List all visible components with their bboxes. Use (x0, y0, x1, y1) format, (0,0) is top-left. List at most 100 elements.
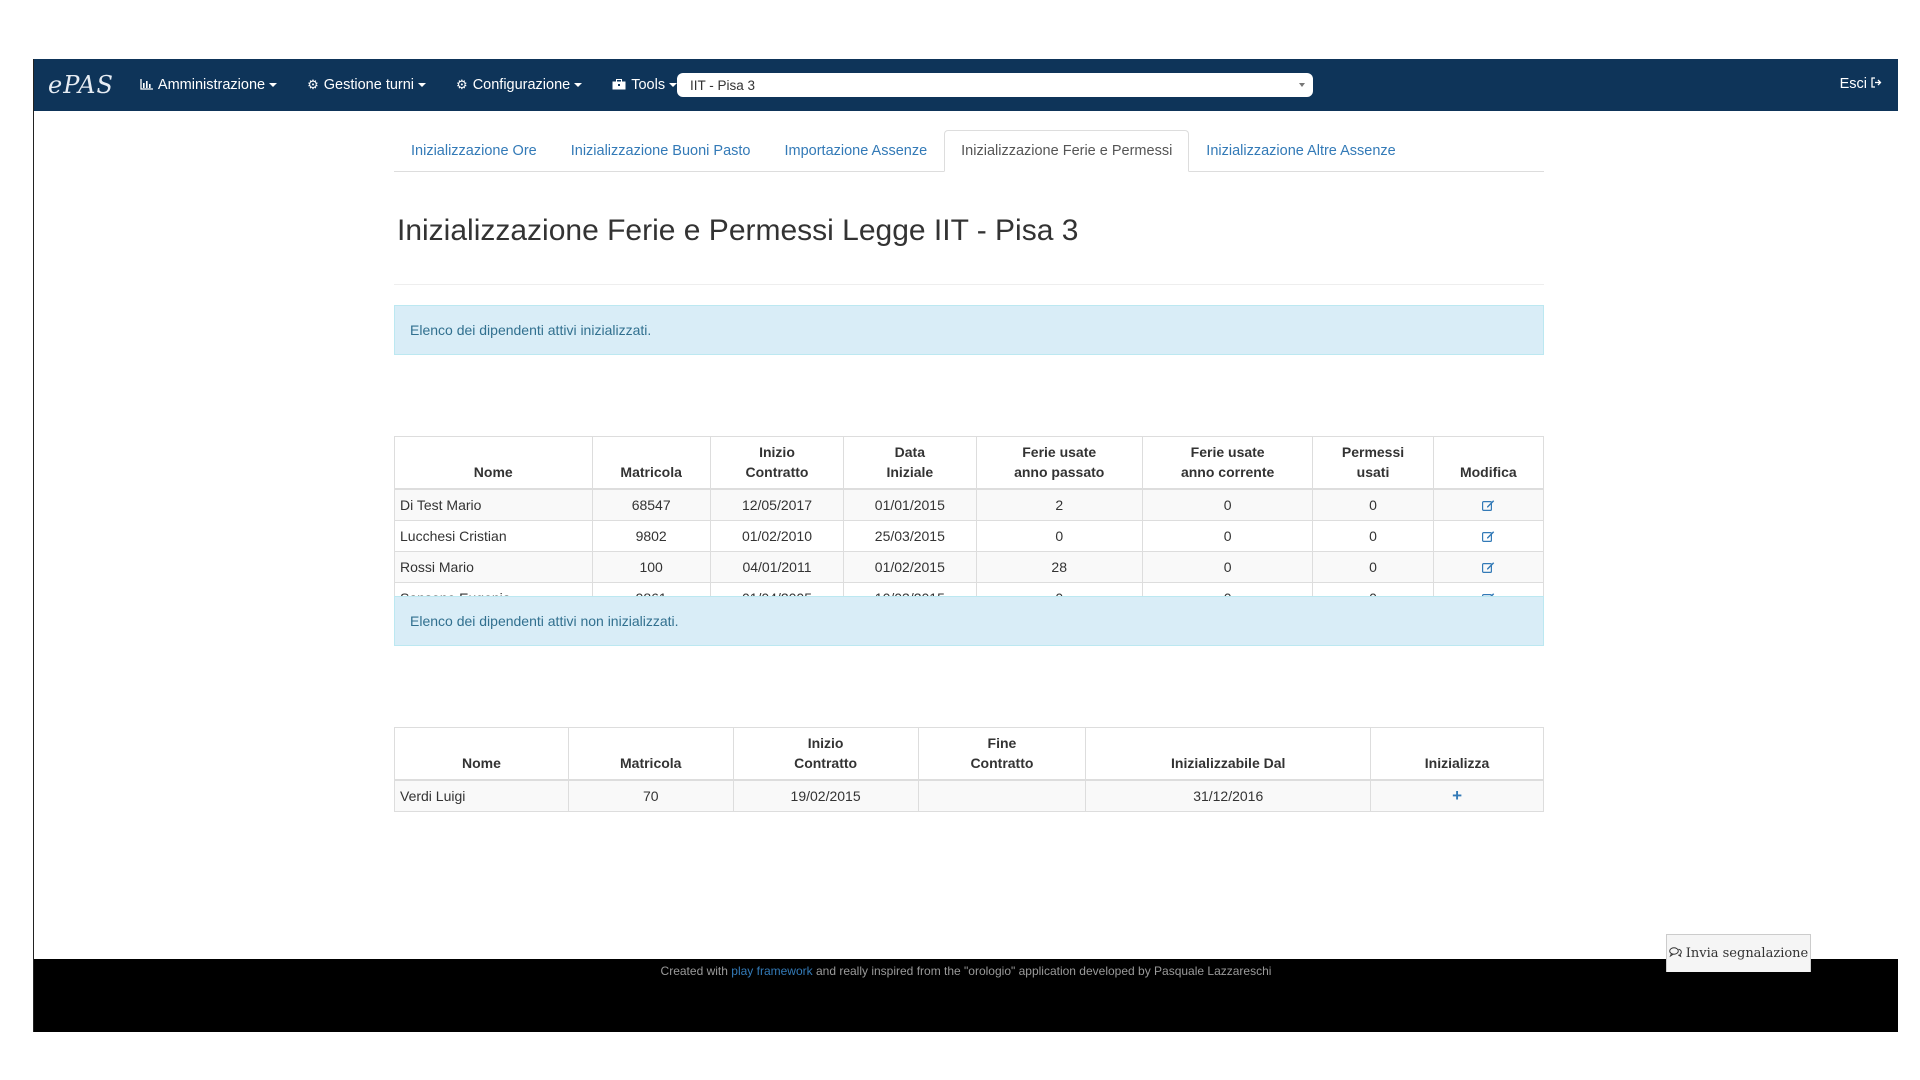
cell-modifica (1432, 520, 1545, 552)
menu-tools[interactable]: Tools (612, 77, 678, 93)
initialized-table-body: Di Test Mario 68547 12/05/2017 01/01/2015 2 0… (394, 488, 1545, 614)
bar-chart-icon (140, 78, 153, 93)
cell-matricola: 70 (567, 779, 734, 812)
cell-permessi: 0 (1312, 551, 1434, 583)
cell-data-iniziale: 01/01/2015 (843, 488, 977, 521)
logout-label: Esci (1839, 76, 1867, 92)
not-initialized-table-body: Verdi Luigi 70 19/02/2015 31/12/2016 + (394, 779, 1544, 812)
cell-ferie-passato: 28 (975, 551, 1143, 583)
edit-icon[interactable] (1481, 530, 1495, 542)
chevron-down-icon (269, 83, 278, 87)
column-header: Matricola (567, 727, 734, 781)
cell-matricola: 100 (591, 551, 711, 583)
menu-tools-label: Tools (631, 77, 666, 93)
cell-inizializzabile-dal: 31/12/2016 (1085, 779, 1372, 812)
column-header: Matricola (591, 436, 711, 490)
chevron-down-icon (669, 83, 678, 87)
column-header: Ferie usate anno passato (975, 436, 1143, 490)
footer-credit: Created with play framework and really i… (34, 964, 1898, 978)
cell-matricola: 68547 (591, 488, 711, 521)
cell-permessi: 0 (1312, 488, 1434, 521)
column-header: Inizio Contratto (732, 727, 919, 781)
office-select-value: IIT - Pisa 3 (690, 77, 756, 93)
table-row: Verdi Luigi 70 19/02/2015 31/12/2016 + (394, 779, 1544, 812)
cell-permessi: 0 (1312, 520, 1434, 552)
cell-inizio: 12/05/2017 (709, 488, 845, 521)
chevron-down-icon (418, 83, 427, 87)
send-report-button[interactable]: Invia segnalazione (1666, 934, 1811, 972)
cell-matricola: 9802 (591, 520, 711, 552)
tab-inizializzazione-ore[interactable]: Inizializzazione Ore (394, 130, 554, 172)
column-header: Modifica (1432, 436, 1545, 490)
logout-link[interactable]: Esci (1840, 76, 1882, 92)
column-header: Nome (394, 436, 593, 490)
cell-name: Di Test Mario (394, 488, 593, 521)
menu-amministrazione[interactable]: Amministrazione (140, 77, 278, 93)
not-initialized-info-alert: Elenco dei dipendenti attivi non inizial… (394, 596, 1544, 646)
cell-modifica (1432, 551, 1545, 583)
toolbox-icon (612, 78, 626, 93)
column-header: Inizio Contratto (709, 436, 845, 490)
tab-inizializzazione-ferie-permessi[interactable]: Inizializzazione Ferie e Permessi (944, 130, 1190, 172)
cell-data-iniziale: 25/03/2015 (843, 520, 977, 552)
comments-icon (1668, 946, 1682, 961)
not-initialized-table: Nome Matricola Inizio Contratto Fine Contr… (394, 727, 1544, 812)
tab-inizializzazione-buoni-pasto[interactable]: Inizializzazione Buoni Pasto (554, 130, 768, 172)
edit-icon[interactable] (1481, 499, 1495, 511)
send-report-label: Invia segnalazione (1685, 946, 1809, 961)
footer-suffix: and really inspired from the "orologio" … (815, 964, 1272, 978)
menu-configurazione[interactable]: ⚙ Configurazione (456, 77, 583, 93)
cell-ferie-corrente: 0 (1141, 488, 1314, 521)
column-header: Inizializza (1370, 727, 1544, 781)
office-select[interactable]: IIT - Pisa 3 (677, 73, 1313, 97)
column-header: Ferie usate anno corrente (1141, 436, 1314, 490)
divider (394, 284, 1544, 285)
chevron-down-icon (1299, 83, 1305, 87)
column-header: Inizializzabile Dal (1085, 727, 1372, 781)
initialized-info-alert: Elenco dei dipendenti attivi inizializza… (394, 305, 1544, 355)
footer: Created with play framework and really i… (34, 959, 1898, 1032)
column-header: Data Iniziale (843, 436, 977, 490)
cell-ferie-corrente: 0 (1141, 551, 1314, 583)
page-title: Inizializzazione Ferie e Permessi Legge … (397, 214, 1079, 247)
cell-modifica (1432, 488, 1545, 521)
cell-inizio: 01/02/2010 (709, 520, 845, 552)
tab-importazione-assenze[interactable]: Importazione Assenze (767, 130, 944, 172)
cell-name: Rossi Mario (394, 551, 593, 583)
top-navbar: ePAS Amministrazione ⚙ Gestione turni ⚙ … (34, 59, 1898, 111)
menu-gestione-turni-label: Gestione turni (323, 77, 415, 93)
table-row: Lucchesi Cristian 9802 01/02/2010 25/03/201… (394, 520, 1545, 552)
gear-icon: ⚙ (456, 77, 468, 92)
tab-inizializzazione-altre-assenze[interactable]: Inizializzazione Altre Assenze (1189, 130, 1412, 172)
app-frame: ePAS Amministrazione ⚙ Gestione turni ⚙ … (33, 59, 1898, 1032)
menu-amministrazione-label: Amministrazione (157, 77, 266, 93)
gear-icon: ⚙ (307, 77, 319, 92)
chevron-down-icon (574, 83, 583, 87)
brand-logo[interactable]: ePAS (48, 71, 114, 99)
column-header: Nome (394, 727, 569, 781)
edit-icon[interactable] (1481, 561, 1495, 573)
cell-ferie-corrente: 0 (1141, 520, 1314, 552)
table-row: Rossi Mario 100 04/01/2011 01/02/2015 28 0 0 (394, 551, 1545, 583)
footer-prefix: Created with (660, 964, 728, 978)
cell-inizializza: + (1370, 779, 1544, 812)
table-header-row: Nome Matricola Inizio Contratto Fine Contr… (394, 727, 1544, 781)
play-framework-link[interactable]: play framework (731, 964, 812, 978)
table-row: Di Test Mario 68547 12/05/2017 01/01/2015 2 0… (394, 488, 1545, 521)
initialized-table: Nome Matricola Inizio Contratto Data Inizi… (394, 436, 1545, 614)
cell-name: Lucchesi Cristian (394, 520, 593, 552)
cell-ferie-passato: 0 (975, 520, 1143, 552)
cell-inizio: 04/01/2011 (709, 551, 845, 583)
cell-data-iniziale: 01/02/2015 (843, 551, 977, 583)
table-header-row: Nome Matricola Inizio Contratto Data Inizi… (394, 436, 1545, 490)
tab-bar: Inizializzazione Ore Inizializzazione Bu… (394, 130, 1544, 172)
menu-configurazione-label: Configurazione (472, 77, 571, 93)
menu-gestione-turni[interactable]: ⚙ Gestione turni (307, 77, 427, 93)
cell-inizio: 19/02/2015 (732, 779, 919, 812)
sign-out-icon (1871, 77, 1882, 91)
cell-fine (917, 779, 1087, 812)
cell-ferie-passato: 2 (975, 488, 1143, 521)
plus-icon[interactable]: + (1452, 786, 1462, 805)
column-header: Permessi usati (1312, 436, 1434, 490)
column-header: Fine Contratto (917, 727, 1087, 781)
